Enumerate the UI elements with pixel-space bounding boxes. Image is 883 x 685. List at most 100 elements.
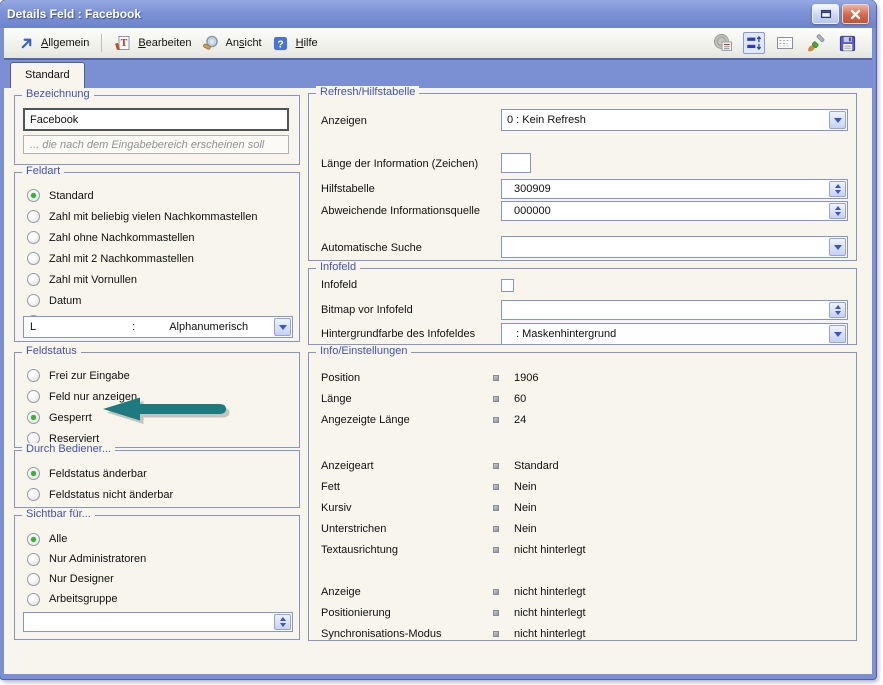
close-button[interactable] — [842, 4, 869, 24]
radio-icon[interactable] — [27, 252, 40, 265]
info-row-position: Position 1906 — [321, 367, 848, 388]
radio-row-zahl-ohne[interactable]: Zahl ohne Nachkommastellen — [27, 227, 293, 248]
bullet-icon — [493, 375, 499, 381]
bullet-icon — [493, 417, 499, 423]
radio-row-datum[interactable]: Datum — [27, 290, 293, 311]
bullet-icon — [493, 463, 499, 469]
minimize-button[interactable] — [812, 4, 839, 24]
info-label: Länge — [321, 393, 493, 405]
diagonal-arrow-icon — [17, 34, 35, 52]
bitmap-input[interactable] — [501, 300, 848, 320]
dialog-content: Bezeichnung ... die nach dem Eingabebere… — [4, 88, 872, 674]
menu-hilfe-label: Hilfe — [296, 37, 318, 49]
group-feldart-title: Feldart — [22, 165, 64, 177]
menu-ansicht[interactable]: Ansicht — [197, 32, 267, 54]
anzeigen-select[interactable]: 0 : Kein Refresh — [501, 109, 848, 131]
bullet-icon — [493, 547, 499, 553]
menu-allgemein[interactable]: Allgemein — [12, 32, 94, 54]
brush-icon[interactable] — [805, 32, 827, 54]
group-infofeld-title: Infofeld — [316, 261, 360, 273]
hilfstabelle-label: Hilfstabelle — [321, 183, 375, 195]
radio-icon[interactable] — [27, 294, 40, 307]
radio-row-frei[interactable]: Frei zur Eingabe — [27, 365, 293, 386]
stamp-icon[interactable] — [712, 32, 734, 54]
group-durch-bediener: Durch Bediener... Feldstatus änderbar Fe… — [14, 450, 300, 508]
radio-icon[interactable] — [27, 411, 40, 424]
annotation-arrow-icon — [98, 393, 240, 425]
laenge-information-input[interactable] — [501, 153, 531, 173]
radio-label: Zahl mit beliebig vielen Nachkommastelle… — [49, 211, 257, 223]
arbeitsgruppe-input[interactable] — [23, 612, 293, 632]
spinner-icon[interactable] — [829, 181, 846, 197]
radio-label: Zahl ohne Nachkommastellen — [49, 232, 195, 244]
edit-document-icon: T — [114, 34, 132, 52]
tab-strip: Standard — [4, 58, 872, 88]
group-infofeld: Infofeld Infofeld Bitmap vor Infofeld Hi… — [308, 268, 857, 345]
radio-label: Datum — [49, 295, 81, 307]
hintergrundfarbe-select[interactable]: : Maskenhintergrund — [501, 323, 848, 345]
menu-bearbeiten[interactable]: T Bearbeiten — [109, 32, 196, 54]
spinner-icon[interactable] — [829, 302, 846, 318]
radio-icon[interactable] — [27, 273, 40, 286]
chevron-down-icon[interactable] — [274, 318, 291, 336]
radio-icon[interactable] — [27, 390, 40, 403]
radio-row-zahl-2[interactable]: Zahl mit 2 Nachkommastellen — [27, 248, 293, 269]
bezeichnung-hint: ... die nach dem Eingabebereich erschein… — [23, 135, 289, 154]
radio-label: Feldstatus nicht änderbar — [49, 489, 173, 501]
radio-row-nicht-aenderbar[interactable]: Feldstatus nicht änderbar — [27, 484, 293, 505]
radio-icon[interactable] — [27, 189, 40, 202]
form-icon[interactable] — [774, 32, 796, 54]
spinner-icon[interactable] — [829, 203, 846, 219]
radio-row-standard[interactable]: Standard — [27, 185, 293, 206]
bezeichnung-input[interactable] — [23, 108, 289, 131]
feldart-type-combo[interactable]: L : Alphanumerisch — [23, 316, 293, 338]
radio-icon[interactable] — [27, 369, 40, 382]
spinner-icon[interactable] — [274, 614, 291, 630]
toolbar-right-icons — [712, 32, 864, 54]
info-label: Anzeige — [321, 586, 493, 598]
menu-ansicht-label: Ansicht — [226, 37, 262, 49]
radio-icon[interactable] — [27, 231, 40, 244]
radio-icon[interactable] — [27, 210, 40, 223]
info-label: Anzeigeart — [321, 460, 493, 472]
radio-row-administratoren[interactable]: Nur Administratoren — [27, 549, 293, 569]
menu-allgemein-label: Allgemein — [41, 37, 89, 49]
radio-icon[interactable] — [27, 593, 40, 606]
info-label: Unterstrichen — [321, 523, 493, 535]
info-value: 60 — [514, 393, 526, 405]
hintergrundfarbe-value: : Maskenhintergrund — [516, 328, 616, 340]
radio-icon[interactable] — [27, 467, 40, 480]
info-value: Nein — [514, 502, 537, 514]
svg-text:T: T — [121, 38, 128, 49]
radio-icon[interactable] — [27, 488, 40, 501]
info-value: Nein — [514, 523, 537, 535]
radio-icon[interactable] — [27, 533, 40, 546]
save-icon[interactable] — [836, 32, 858, 54]
group-durch-bediener-title: Durch Bediener... — [22, 443, 115, 455]
info-label: Textausrichtung — [321, 544, 493, 556]
radio-row-aenderbar[interactable]: Feldstatus änderbar — [27, 463, 293, 484]
radio-row-designer[interactable]: Nur Designer — [27, 569, 293, 589]
sort-icon[interactable] — [743, 32, 765, 54]
sichtbar-options: Alle Nur Administratoren Nur Designer Ar… — [27, 529, 293, 609]
radio-row-alle[interactable]: Alle — [27, 529, 293, 549]
radio-icon[interactable] — [27, 553, 40, 566]
hilfstabelle-input[interactable]: 300909 — [501, 179, 848, 199]
info-row-spacer — [321, 430, 848, 455]
chevron-down-icon[interactable] — [829, 238, 846, 256]
radio-label: Nur Administratoren — [49, 553, 146, 565]
group-info-einstellungen: Info/Einstellungen Position 1906 Länge 6… — [308, 352, 857, 641]
informationsquelle-input[interactable]: 000000 — [501, 201, 848, 221]
automatische-suche-select[interactable] — [501, 236, 848, 258]
radio-row-arbeitsgruppe[interactable]: Arbeitsgruppe — [27, 589, 293, 609]
chevron-down-icon[interactable] — [829, 111, 846, 129]
radio-row-vornullen[interactable]: Zahl mit Vornullen — [27, 269, 293, 290]
infofeld-label: Infofeld — [321, 279, 357, 291]
menu-hilfe[interactable]: ? Hilfe — [267, 32, 323, 54]
radio-icon[interactable] — [27, 573, 40, 586]
chevron-down-icon[interactable] — [829, 325, 846, 343]
menu-bar: Allgemein T Bearbeiten Ansicht — [4, 28, 872, 58]
radio-row-zahl-beliebig[interactable]: Zahl mit beliebig vielen Nachkommastelle… — [27, 206, 293, 227]
infofeld-checkbox[interactable] — [501, 279, 514, 292]
tab-standard[interactable]: Standard — [10, 62, 85, 88]
